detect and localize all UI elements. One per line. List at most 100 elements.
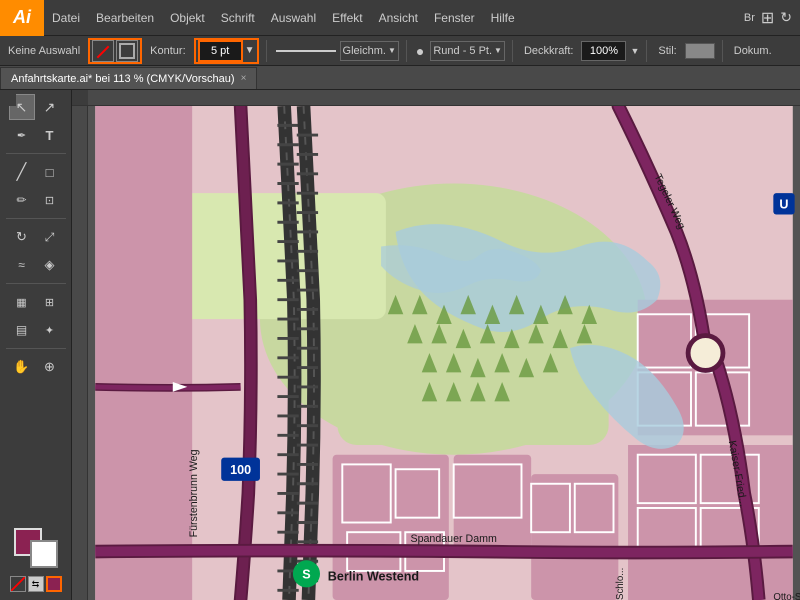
gradient-tool[interactable]: ▤: [9, 317, 35, 343]
bridge-icon[interactable]: Br: [744, 12, 755, 24]
mesh-tool[interactable]: ⊞: [37, 289, 63, 315]
active-fill-indicator[interactable]: [46, 576, 62, 592]
cap-indicator: ●: [416, 43, 424, 59]
menu-fenster[interactable]: Fenster: [426, 0, 483, 36]
opacity-input[interactable]: [581, 41, 626, 61]
menu-items: Datei Bearbeiten Objekt Schrift Auswahl …: [44, 0, 744, 36]
spandauer-damm-label: Spandauer Damm: [411, 533, 497, 545]
warp-tools: ≈ ◈: [9, 252, 63, 278]
schloss-label: Schlo...: [615, 568, 626, 600]
type-tool[interactable]: T: [37, 122, 63, 148]
stroke-value-input[interactable]: [198, 40, 243, 62]
opacity-arrow[interactable]: ▼: [630, 46, 639, 56]
menu-schrift[interactable]: Schrift: [213, 0, 263, 36]
no-fill-btn[interactable]: [10, 576, 26, 592]
background-swatch[interactable]: [30, 540, 58, 568]
berlin-westend-label: Berlin Westend: [328, 570, 419, 584]
menu-hilfe[interactable]: Hilfe: [483, 0, 523, 36]
canvas-area[interactable]: 100 S Berlin Westend Fürstenbrunn Weg Te…: [72, 90, 800, 600]
cap-style-dropdown[interactable]: Rund - 5 Pt. ▼: [430, 41, 505, 61]
ruler-corner-box: [72, 90, 88, 106]
document-tab[interactable]: Anfahrtskarte.ai* bei 113 % (CMYK/Vorsch…: [0, 67, 257, 89]
draw-tools: ✏ ⊡: [9, 187, 63, 213]
color-swatches: ⇆: [6, 524, 66, 596]
line-style-dropdown[interactable]: Gleichm. ▼: [340, 41, 399, 61]
ruler-corner: [0, 90, 16, 106]
rotate-tool[interactable]: ↻: [9, 224, 35, 250]
svg-text:U: U: [779, 198, 788, 212]
eraser-tool[interactable]: ⊡: [37, 187, 63, 213]
selection-label: Keine Auswahl: [4, 45, 84, 57]
menu-ansicht[interactable]: Ansicht: [371, 0, 426, 36]
sync-icon[interactable]: ↻: [780, 9, 792, 26]
sep5: [722, 40, 723, 62]
pen-tools: ✒ T: [9, 122, 63, 148]
left-toolbar: ↖ ↗ ✒ T ╱ □ ✏ ⊡ ↻ ⤢ ≈ ◈ ▦ ⊞ ▤: [0, 90, 72, 600]
tab-close-btn[interactable]: ×: [241, 73, 247, 84]
main-area: ↖ ↗ ✒ T ╱ □ ✏ ⊡ ↻ ⤢ ≈ ◈ ▦ ⊞ ▤: [0, 90, 800, 600]
nav-tools: ✋ ⊕: [9, 354, 63, 380]
menu-objekt[interactable]: Objekt: [162, 0, 213, 36]
tab-title: Anfahrtskarte.ai* bei 113 % (CMYK/Vorsch…: [11, 73, 235, 85]
stroke-dropdown-arrow[interactable]: ▼: [245, 45, 255, 56]
transform-tools: ↻ ⤢: [9, 224, 63, 250]
menu-auswahl[interactable]: Auswahl: [263, 0, 324, 36]
line-tool[interactable]: ╱: [9, 159, 35, 185]
tabbar: Anfahrtskarte.ai* bei 113 % (CMYK/Vorsch…: [0, 66, 800, 90]
style-label: Stil:: [654, 45, 680, 57]
sep1: [266, 40, 267, 62]
warp-tool[interactable]: ≈: [9, 252, 35, 278]
tool-sep-2: [6, 218, 66, 219]
select-tools: ↖ ↗: [9, 94, 63, 120]
otto-label: Otto-S...: [773, 592, 800, 600]
tool-sep-3: [6, 283, 66, 284]
fill-stroke-swatches: [14, 528, 58, 568]
hand-tool[interactable]: ✋: [9, 354, 35, 380]
cap-arrow: ▼: [494, 46, 502, 55]
style-swatch[interactable]: [685, 43, 715, 59]
direct-select-tool[interactable]: ↗: [37, 94, 63, 120]
zoom-tool[interactable]: ⊕: [37, 354, 63, 380]
fill-stroke-group: [88, 38, 142, 64]
tool-sep-4: [6, 348, 66, 349]
stroke-swatch[interactable]: [116, 40, 138, 62]
pen-tool[interactable]: ✒: [9, 122, 35, 148]
ruler-h-ticks: [88, 90, 800, 105]
pencil-tool[interactable]: ✏: [9, 187, 35, 213]
chart-tools: ▦ ⊞: [9, 289, 63, 315]
sep4: [646, 40, 647, 62]
kontur-label: Kontur:: [146, 45, 189, 57]
line-style-arrow: ▼: [388, 46, 396, 55]
furstenbrunn-label: Fürstenbrunn Weg: [188, 449, 200, 537]
graph-tool[interactable]: ▦: [9, 289, 35, 315]
vertical-ruler: [72, 106, 88, 600]
opacity-label: Deckkraft:: [520, 45, 578, 57]
color-tools: ▤ ✦: [9, 317, 63, 343]
line-preview: [276, 50, 336, 52]
menu-bearbeiten[interactable]: Bearbeiten: [88, 0, 162, 36]
menubar: Ai Datei Bearbeiten Objekt Schrift Auswa…: [0, 0, 800, 36]
menu-datei[interactable]: Datei: [44, 0, 88, 36]
map-svg: 100 S Berlin Westend Fürstenbrunn Weg Te…: [88, 106, 800, 600]
map-canvas[interactable]: 100 S Berlin Westend Fürstenbrunn Weg Te…: [88, 106, 800, 600]
dokum-label: Dokum.: [730, 45, 776, 57]
sep3: [512, 40, 513, 62]
swap-colors-btn[interactable]: ⇆: [28, 576, 44, 592]
line-style-group: Gleichm. ▼: [274, 41, 399, 61]
svg-text:S: S: [302, 568, 310, 582]
horizontal-ruler: [72, 90, 800, 106]
shape-tools: ╱ □: [9, 159, 63, 185]
svg-text:100: 100: [230, 463, 251, 477]
ai-logo: Ai: [0, 0, 44, 36]
menu-effekt[interactable]: Effekt: [324, 0, 370, 36]
blend-tool[interactable]: ◈: [37, 252, 63, 278]
sep2: [406, 40, 407, 62]
arrange-icon[interactable]: ⊞: [761, 8, 774, 28]
fill-swatch[interactable]: [92, 40, 114, 62]
scale-tool[interactable]: ⤢: [37, 224, 63, 250]
rect-tool[interactable]: □: [37, 159, 63, 185]
tool-sep-1: [6, 153, 66, 154]
stroke-input-group: ▼: [194, 38, 259, 64]
none-indicators: ⇆: [10, 576, 62, 592]
eyedropper-tool[interactable]: ✦: [37, 317, 63, 343]
